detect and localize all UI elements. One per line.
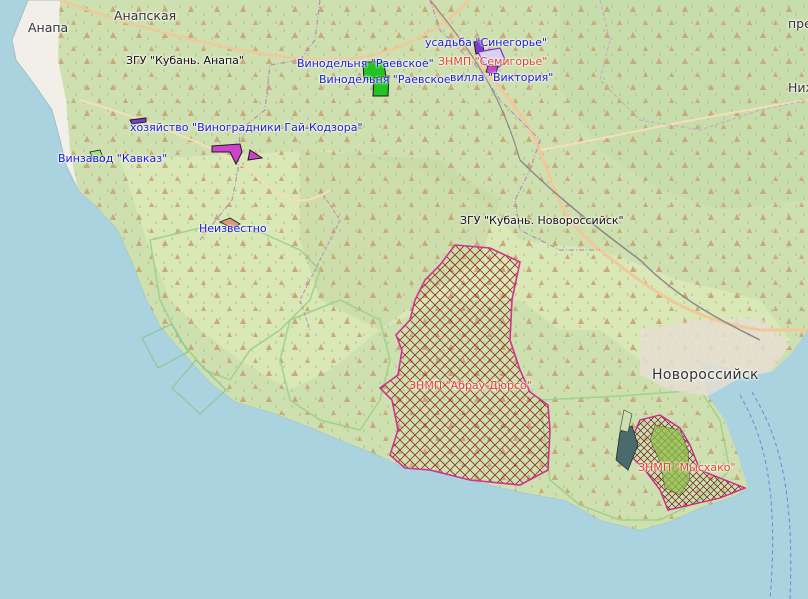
place-novorossiysk: Новороссийск: [652, 367, 759, 383]
label-villa[interactable]: вилла "Виктория": [450, 71, 553, 84]
label-vinzavod[interactable]: Винзавод "Кавказ": [58, 152, 167, 165]
place-pre: пре: [788, 16, 808, 31]
label-vinodelnya-1[interactable]: Винодельня "Раевское": [297, 57, 434, 70]
map-layers: [11, 0, 808, 599]
label-znmp-semigorye[interactable]: ЗНМП "Семигорье": [438, 55, 547, 68]
place-anapa: Анапа: [28, 20, 69, 35]
map-canvas[interactable]: Анапская Анапа Новороссийск Ниж пре ЗГУ …: [0, 0, 808, 599]
label-znmp-abrau[interactable]: ЗНМП "Абрау-Дюрсо": [409, 379, 532, 392]
label-khozyaystvo[interactable]: хозяйство "Виноградники Гай-Кодзора": [130, 121, 363, 134]
label-usadba[interactable]: усадьба "Синегорье": [425, 36, 547, 49]
place-nizh: Ниж: [788, 80, 808, 95]
label-zgu-novorossiysk[interactable]: ЗГУ "Кубань. Новороссийск": [460, 214, 624, 227]
label-vinodelnya-2[interactable]: Винодельня "Раевское": [319, 73, 456, 86]
place-anapskaya: Анапская: [114, 8, 177, 23]
label-znmp-myskhako[interactable]: ЗНМП "Мысхако": [638, 461, 736, 474]
label-neizvestno[interactable]: Неизвестно: [199, 222, 267, 235]
label-zgu-anapa[interactable]: ЗГУ "Кубань. Анапа": [126, 54, 244, 67]
